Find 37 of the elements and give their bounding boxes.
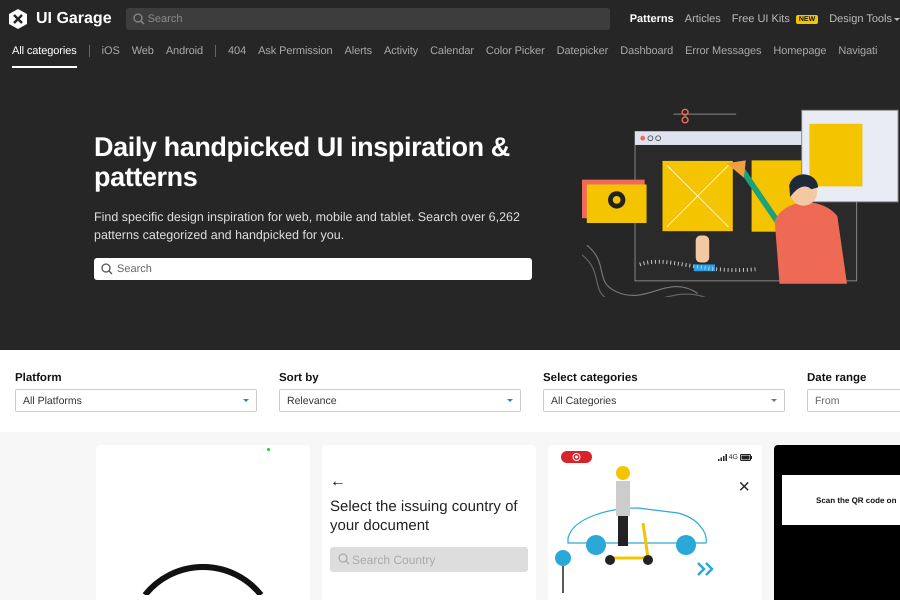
category-tab[interactable]: Navigati — [838, 38, 878, 68]
card-instruction: Scan the QR code on — [816, 496, 896, 504]
category-tab[interactable]: Error Messages — [685, 38, 762, 68]
dropdown-field[interactable]: Relevance — [279, 389, 521, 412]
dropdown-field[interactable]: All Categories — [543, 389, 785, 412]
filter-label: Date range — [807, 372, 868, 384]
hero-description: Find specific design inspiration for web, mobile and tablet. Search over 6,262 patterns categorized and handpicked for you. — [94, 209, 521, 244]
filter-label: Platform — [15, 372, 63, 384]
category-tab[interactable]: Dashboard — [620, 38, 674, 68]
pattern-card[interactable]: Scan the QR code on — [774, 445, 900, 600]
nav-dropdown[interactable]: Design Tools — [829, 13, 900, 25]
category-tab[interactable]: All categories — [12, 38, 77, 68]
category-tab[interactable]: Calendar — [430, 38, 474, 68]
nav-link[interactable]: Free UI Kits — [732, 13, 790, 25]
dropdown-field[interactable]: All Platforms — [15, 389, 257, 412]
search-field[interactable]: Search — [126, 8, 610, 30]
category-tab[interactable]: Color Picker — [486, 38, 545, 68]
logo-text[interactable]: UI Garage — [36, 10, 112, 28]
category-tab[interactable]: Activity — [384, 38, 418, 68]
category-tab[interactable]: Android — [166, 38, 204, 68]
category-tab[interactable]: Datepicker — [556, 38, 608, 68]
category-tab[interactable]: Web — [132, 38, 154, 68]
filter-label: Select categories — [543, 372, 639, 384]
nav-link[interactable]: Articles — [684, 13, 721, 25]
category-tab[interactable]: Ask Permission — [258, 38, 332, 68]
date-field[interactable]: From — [807, 389, 900, 412]
nav-link[interactable]: Patterns — [630, 13, 674, 25]
filter-label: Sort by — [279, 372, 320, 384]
category-tab[interactable]: iOS — [102, 38, 120, 68]
close-button[interactable]: × — [738, 477, 750, 497]
card-title: Select the issuing country of your document — [330, 497, 519, 535]
hero-title: Daily handpicked UI inspiration & patterns — [94, 132, 511, 192]
category-tab[interactable]: Homepage — [773, 38, 826, 68]
category-tab[interactable]: Alerts — [344, 38, 372, 68]
back-arrow[interactable]: ← — [330, 473, 536, 491]
category-tab[interactable]: 404 — [228, 38, 246, 68]
search-field[interactable]: Search — [94, 258, 532, 280]
